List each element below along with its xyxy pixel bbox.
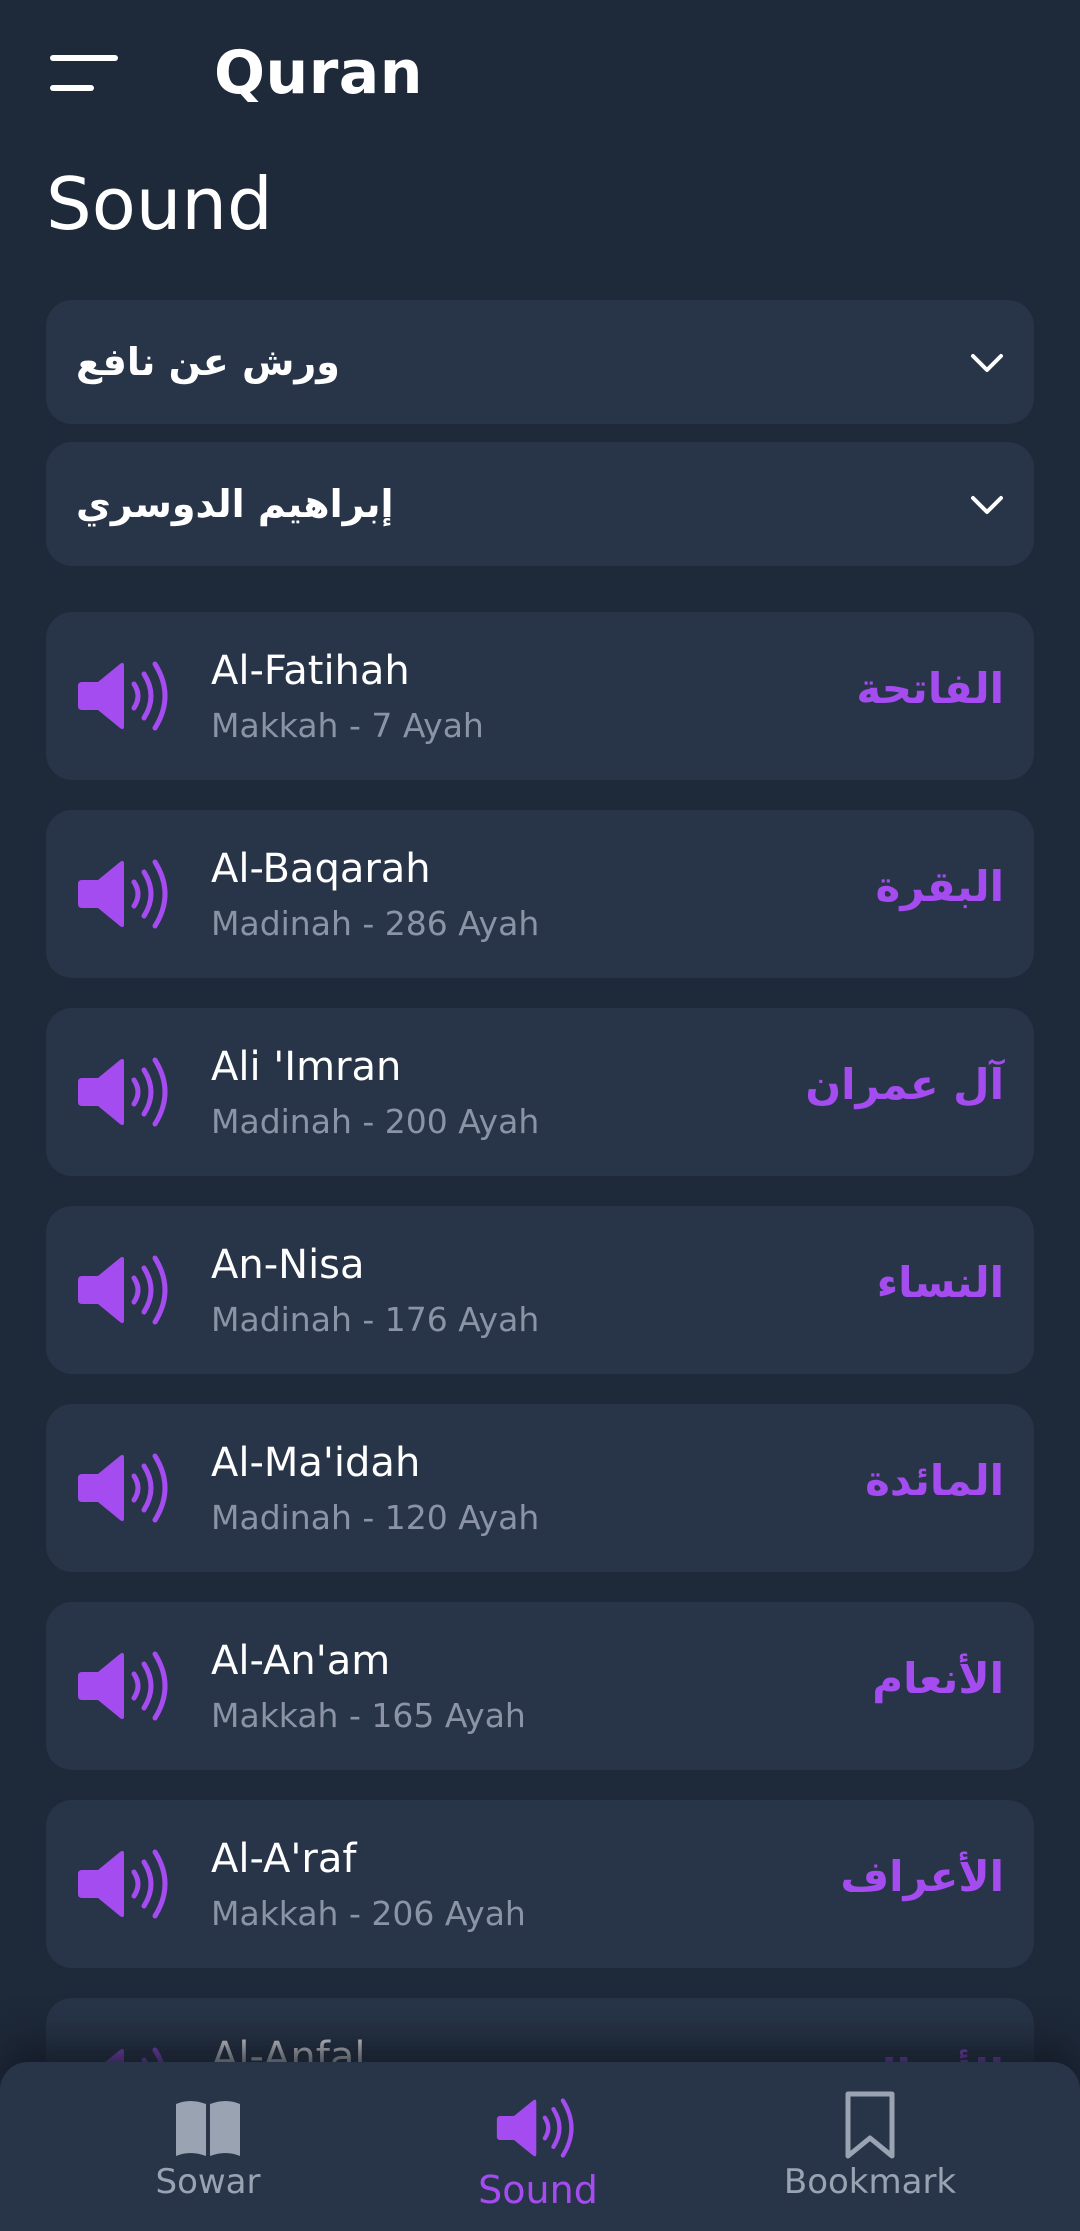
top-bar: Quran — [0, 0, 1080, 150]
surah-row-al-anam[interactable]: Al-An'am Makkah - 165 Ayah الأنعام — [46, 1602, 1034, 1770]
surah-arabic-name: آل عمران — [805, 1060, 1004, 1109]
speaker-icon — [78, 1849, 168, 1919]
surah-name: Al-A'raf — [211, 1836, 357, 1882]
app-title: Quran — [214, 38, 424, 108]
nav-tab-sowar-label: Sowar — [155, 2162, 261, 2202]
surah-meta: Makkah - 206 Ayah — [211, 1894, 526, 1933]
surah-name: Ali 'Imran — [211, 1044, 402, 1090]
speaker-icon — [78, 1453, 168, 1523]
surah-arabic-name: الأعراف — [840, 1852, 1004, 1901]
riwaya-select[interactable]: ورش عن نافع — [46, 300, 1034, 424]
surah-arabic-name: النساء — [876, 1258, 1004, 1307]
nav-tab-bookmark[interactable]: Bookmark — [720, 2062, 1020, 2231]
speaker-icon — [78, 661, 168, 731]
surah-meta: Madinah - 200 Ayah — [211, 1102, 540, 1141]
reciter-select-value: إبراهيم الدوسري — [76, 482, 394, 526]
surah-row-ali-imran[interactable]: Ali 'Imran Madinah - 200 Ayah آل عمران — [46, 1008, 1034, 1176]
bottom-navigation: Sowar Sound Bookmark — [0, 2062, 1080, 2231]
nav-tab-bookmark-label: Bookmark — [783, 2162, 957, 2202]
nav-tab-sound-label: Sound — [478, 2168, 598, 2212]
surah-name: Al-Ma'idah — [211, 1440, 421, 1486]
nav-tab-sowar[interactable]: Sowar — [58, 2062, 358, 2231]
book-icon — [176, 2101, 240, 2156]
surah-meta: Madinah - 286 Ayah — [211, 904, 540, 943]
surah-name: Al-An'am — [211, 1638, 391, 1684]
reciter-select[interactable]: إبراهيم الدوسري — [46, 442, 1034, 566]
app-screen: Quran Sound ورش عن نافع إبراهيم الدوسري … — [0, 0, 1080, 2231]
speaker-icon — [78, 1651, 168, 1721]
surah-meta: Makkah - 7 Ayah — [211, 706, 484, 745]
surah-arabic-name: الأنعام — [872, 1654, 1004, 1703]
surah-meta: Madinah - 120 Ayah — [211, 1498, 540, 1537]
page-title: Sound — [46, 162, 273, 246]
speaker-icon — [496, 2098, 574, 2158]
surah-name: Al-Baqarah — [211, 846, 431, 892]
surah-name: Al-Fatihah — [211, 648, 410, 694]
speaker-icon — [78, 1255, 168, 1325]
surah-row-al-araf[interactable]: Al-A'raf Makkah - 206 Ayah الأعراف — [46, 1800, 1034, 1968]
surah-row-an-nisa[interactable]: An-Nisa Madinah - 176 Ayah النساء — [46, 1206, 1034, 1374]
chevron-down-icon — [971, 354, 1003, 372]
riwaya-select-value: ورش عن نافع — [76, 340, 340, 384]
surah-arabic-name: البقرة — [875, 862, 1004, 911]
bookmark-icon — [845, 2091, 895, 2159]
surah-arabic-name: المائدة — [865, 1456, 1004, 1505]
surah-row-al-maidah[interactable]: Al-Ma'idah Madinah - 120 Ayah المائدة — [46, 1404, 1034, 1572]
speaker-icon — [78, 1057, 168, 1127]
surah-row-al-fatihah[interactable]: Al-Fatihah Makkah - 7 Ayah الفاتحة — [46, 612, 1034, 780]
hamburger-menu-icon[interactable] — [50, 55, 118, 95]
surah-meta: Makkah - 165 Ayah — [211, 1696, 526, 1735]
surah-row-al-baqarah[interactable]: Al-Baqarah Madinah - 286 Ayah البقرة — [46, 810, 1034, 978]
surah-arabic-name: الفاتحة — [856, 664, 1004, 713]
surah-name: An-Nisa — [211, 1242, 365, 1288]
nav-tab-sound[interactable]: Sound — [388, 2062, 688, 2231]
chevron-down-icon — [971, 496, 1003, 514]
speaker-icon — [78, 859, 168, 929]
surah-meta: Madinah - 176 Ayah — [211, 1300, 540, 1339]
